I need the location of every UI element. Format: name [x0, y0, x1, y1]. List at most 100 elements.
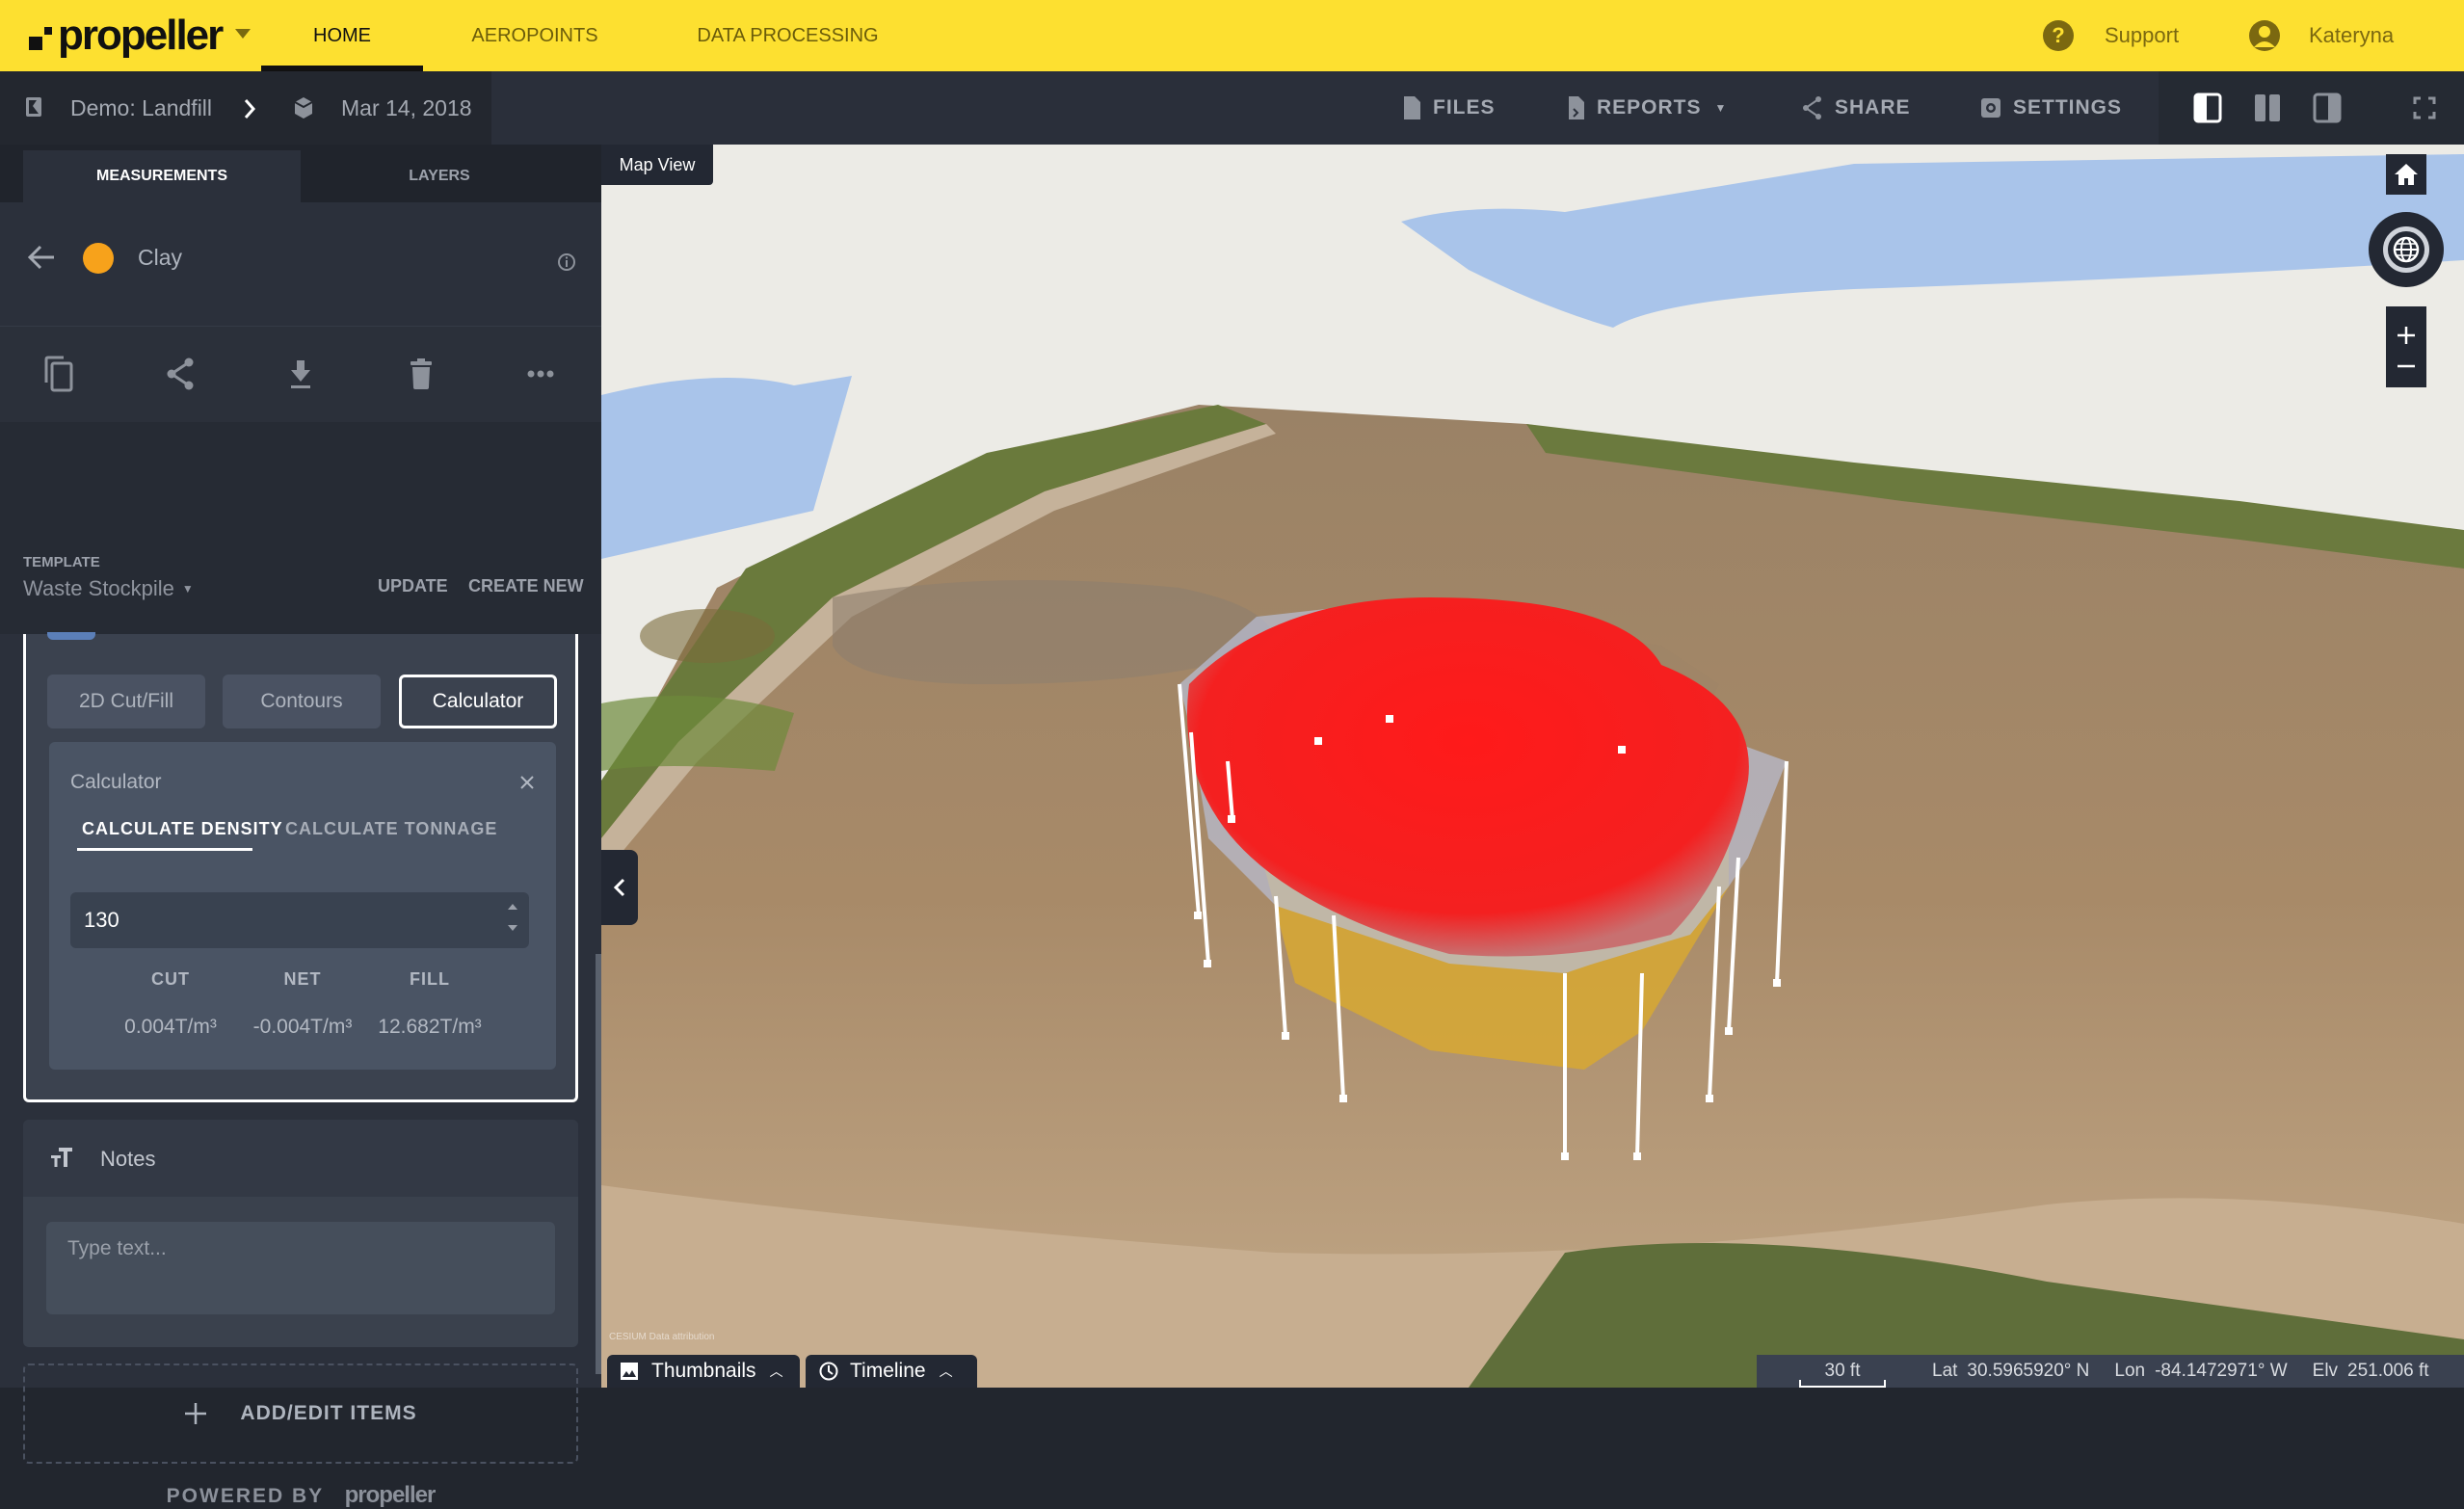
cut-value: 0.004T/m³ — [124, 1016, 217, 1038]
notes-header: Notes — [23, 1120, 578, 1197]
copy-icon — [44, 356, 73, 392]
compass-ring[interactable] — [2383, 226, 2429, 273]
share-icon — [167, 357, 194, 390]
timeline-label: Timeline — [850, 1360, 926, 1382]
file-icon — [1404, 96, 1420, 119]
user-avatar-icon — [2249, 20, 2280, 51]
delete-button[interactable] — [397, 350, 445, 398]
scale-bar: 30 ft — [1799, 1361, 1886, 1388]
nav-tab-data-processing[interactable]: DATA PROCESSING — [684, 0, 891, 71]
map-attribution[interactable]: CESIUM Data attribution — [609, 1332, 715, 1342]
scale-label: 30 ft — [1824, 1361, 1861, 1381]
template-select[interactable]: Waste Stockpile ▼ — [23, 576, 194, 601]
thumbnails-label: Thumbnails — [651, 1360, 756, 1382]
text-size-icon — [51, 1148, 72, 1167]
clock-icon — [819, 1362, 838, 1381]
lon-label: Lon — [2114, 1361, 2146, 1381]
tab-2d-cut-fill[interactable]: 2D Cut/Fill — [47, 675, 205, 728]
zoom-out-icon[interactable] — [2397, 364, 2416, 368]
add-edit-items-button[interactable]: ADD/EDIT ITEMS — [23, 1363, 578, 1464]
breadcrumb-survey-date[interactable]: Mar 14, 2018 — [341, 71, 472, 145]
notes-section: Notes — [23, 1120, 578, 1347]
share-button[interactable]: SHARE — [1802, 71, 1911, 145]
trash-icon — [411, 358, 432, 389]
step-down-icon[interactable] — [508, 925, 517, 931]
thumbnails-toggle[interactable]: Thumbnails ︿ — [607, 1355, 800, 1388]
dropdown-caret-icon: ▼ — [181, 582, 194, 596]
compass-navigator[interactable] — [2369, 212, 2444, 287]
nav-tab-aeropoints[interactable]: AEROPOINTS — [453, 0, 617, 71]
create-template-button[interactable]: CREATE NEW — [468, 576, 584, 596]
card-tab-indicator — [47, 632, 95, 640]
tab-calculator[interactable]: Calculator — [399, 675, 557, 728]
support-link[interactable]: ? Support — [2043, 19, 2179, 52]
template-label: TEMPLATE — [23, 554, 100, 570]
tab-calculate-tonnage[interactable]: CALCULATE TONNAGE — [285, 819, 497, 839]
map-status-bar: 30 ft Lat 30.5965920° N Lon -84.1472971°… — [1757, 1355, 2464, 1388]
fullscreen-icon[interactable] — [2413, 96, 2436, 119]
number-stepper[interactable] — [506, 902, 519, 940]
calculator-title: Calculator — [70, 771, 162, 793]
net-header: NET — [283, 969, 322, 989]
duplicate-button[interactable] — [35, 350, 83, 398]
brand-menu-caret-icon[interactable] — [235, 29, 251, 39]
user-menu[interactable]: Kateryna — [2249, 19, 2394, 52]
reports-caret-icon: ▼ — [1714, 101, 1728, 115]
top-nav: propeller HOME AEROPOINTS DATA PROCESSIN… — [0, 0, 2464, 71]
tab-layers[interactable]: LAYERS — [301, 150, 578, 202]
cut-header: CUT — [151, 969, 190, 989]
survey-icon — [294, 97, 313, 119]
collapse-panel-button[interactable] — [601, 850, 638, 925]
reports-button[interactable]: REPORTS ▼ — [1568, 71, 1727, 145]
lat-value: 30.5965920° N — [1967, 1361, 2090, 1381]
image-icon — [621, 1363, 638, 1380]
share-measurement-button[interactable] — [156, 350, 204, 398]
layout-right-panel-icon[interactable] — [2313, 93, 2342, 123]
measurement-name[interactable]: Clay — [138, 245, 182, 271]
settings-button[interactable]: SETTINGS — [1980, 71, 2122, 145]
report-icon — [1569, 96, 1584, 119]
files-button[interactable]: FILES — [1402, 71, 1496, 145]
project-toolbar: Demo: Landfill Mar 14, 2018 FILES REPORT… — [0, 71, 2464, 145]
home-icon — [2395, 164, 2418, 185]
support-label: Support — [2105, 23, 2180, 47]
zoom-in-icon[interactable] — [2397, 326, 2416, 345]
tab-contours[interactable]: Contours — [223, 675, 381, 728]
calculator-box: Calculator CALCULATE DENSITY CALCULATE T… — [49, 742, 556, 1070]
panel-tabs: MEASUREMENTS LAYERS — [0, 145, 601, 202]
help-icon: ? — [2043, 20, 2074, 51]
chevron-left-icon — [614, 878, 625, 897]
back-arrow-icon[interactable] — [27, 245, 56, 270]
layout-left-panel-icon[interactable] — [2193, 93, 2222, 123]
powered-by: POWERED BY propeller — [0, 1482, 601, 1509]
tab-measurements[interactable]: MEASUREMENTS — [23, 150, 301, 202]
info-icon[interactable] — [557, 252, 576, 272]
breadcrumb: Demo: Landfill Mar 14, 2018 — [0, 71, 491, 145]
tab-calculate-density[interactable]: CALCULATE DENSITY — [82, 819, 283, 839]
chevron-up-icon: ︿ — [939, 1363, 953, 1379]
more-button[interactable] — [517, 350, 565, 398]
elv-value: 251.006 ft — [2347, 1361, 2429, 1381]
home-view-button[interactable] — [2386, 154, 2426, 195]
measurement-color-dot[interactable] — [83, 243, 114, 274]
map-3d-view[interactable]: Map View CESIUM Data attribution Thumbna… — [601, 145, 2464, 1388]
step-up-icon[interactable] — [508, 904, 517, 910]
more-horizontal-icon — [527, 370, 554, 378]
propeller-logo[interactable]: propeller — [29, 12, 224, 60]
add-edit-items-label: ADD/EDIT ITEMS — [240, 1402, 417, 1424]
density-input[interactable] — [70, 892, 529, 948]
close-icon[interactable] — [519, 775, 535, 790]
map-view-label[interactable]: Map View — [601, 145, 713, 185]
download-button[interactable] — [277, 350, 325, 398]
brand-name: propeller — [58, 12, 224, 59]
plus-icon — [185, 1403, 207, 1424]
breadcrumb-site[interactable]: Demo: Landfill — [70, 71, 212, 145]
nav-tab-home[interactable]: HOME — [261, 0, 423, 71]
notes-input[interactable] — [46, 1222, 555, 1314]
timeline-toggle[interactable]: Timeline ︿ — [806, 1355, 977, 1388]
update-template-button[interactable]: UPDATE — [378, 576, 448, 596]
template-section: TEMPLATE Waste Stockpile ▼ UPDATE CREATE… — [0, 422, 601, 634]
powered-by-brand: propeller — [344, 1482, 437, 1508]
layout-split-icon[interactable] — [2253, 93, 2282, 123]
logo-mark-icon — [29, 27, 54, 52]
